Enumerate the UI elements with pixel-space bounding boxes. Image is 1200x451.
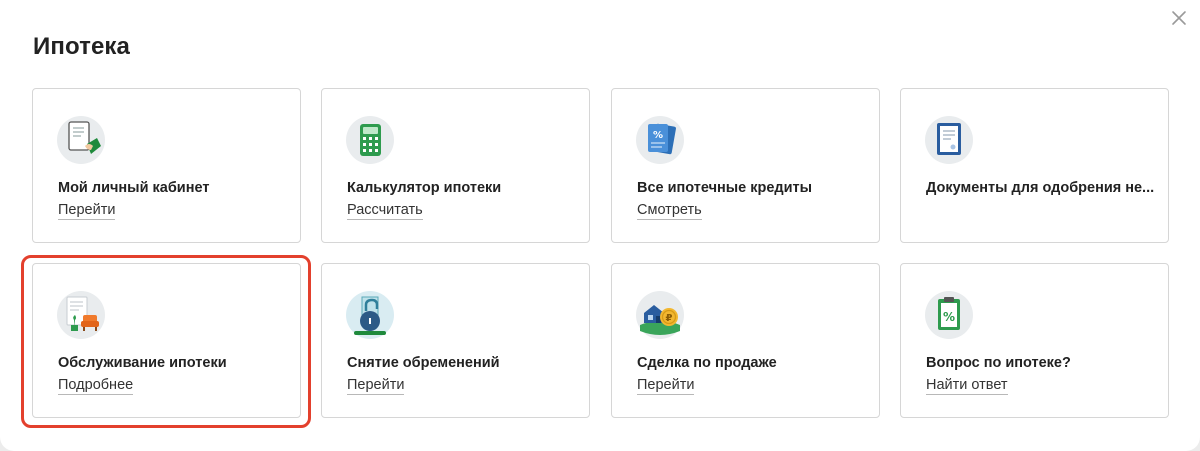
card-link[interactable]: Перейти	[58, 202, 116, 220]
card-documents[interactable]: Документы для одобрения не...	[900, 88, 1169, 243]
calculator-icon	[346, 116, 394, 164]
svg-text:%: %	[653, 130, 663, 141]
close-icon	[1172, 11, 1186, 25]
svg-text:%: %	[943, 310, 955, 324]
mortgage-modal: Ипотека Мой личный кабинет Перейти Кальк…	[0, 0, 1200, 451]
card-link[interactable]: Найти ответ	[926, 377, 1008, 395]
house-sale-icon: ₽	[636, 291, 684, 339]
svg-text:₽: ₽	[666, 313, 673, 324]
documents-icon	[925, 116, 973, 164]
close-button[interactable]	[1168, 7, 1190, 29]
card-mortgage-question[interactable]: % Вопрос по ипотеке? Найти ответ	[900, 263, 1169, 418]
card-title: Сделка по продаже	[637, 355, 777, 371]
card-title: Мой личный кабинет	[58, 180, 210, 196]
card-encumbrance-removal[interactable]: Снятие обременений Перейти	[321, 263, 590, 418]
card-link[interactable]: Рассчитать	[347, 202, 423, 220]
personal-cabinet-icon	[57, 116, 105, 164]
card-personal-cabinet[interactable]: Мой личный кабинет Перейти	[32, 88, 301, 243]
mortgage-loans-icon: %	[636, 116, 684, 164]
mortgage-service-icon	[57, 291, 105, 339]
card-title: Документы для одобрения не...	[926, 180, 1155, 196]
card-title: Вопрос по ипотеке?	[926, 355, 1071, 371]
card-calculator[interactable]: Калькулятор ипотеки Рассчитать	[321, 88, 590, 243]
card-title: Обслуживание ипотеки	[58, 355, 227, 371]
card-mortgage-service[interactable]: Обслуживание ипотеки Подробнее	[32, 263, 301, 418]
card-title: Все ипотечные кредиты	[637, 180, 813, 196]
card-all-loans[interactable]: % Все ипотечные кредиты Смотреть	[611, 88, 880, 243]
card-link[interactable]: Перейти	[347, 377, 405, 395]
card-title: Снятие обременений	[347, 355, 500, 371]
card-link[interactable]: Перейти	[637, 377, 695, 395]
lock-release-icon	[346, 291, 394, 339]
card-link[interactable]: Смотреть	[637, 202, 702, 220]
card-title: Калькулятор ипотеки	[347, 180, 502, 196]
clipboard-percent-icon: %	[925, 291, 973, 339]
card-sale-deal[interactable]: ₽ Сделка по продаже Перейти	[611, 263, 880, 418]
page-title: Ипотека	[33, 33, 130, 60]
card-link[interactable]: Подробнее	[58, 377, 134, 395]
